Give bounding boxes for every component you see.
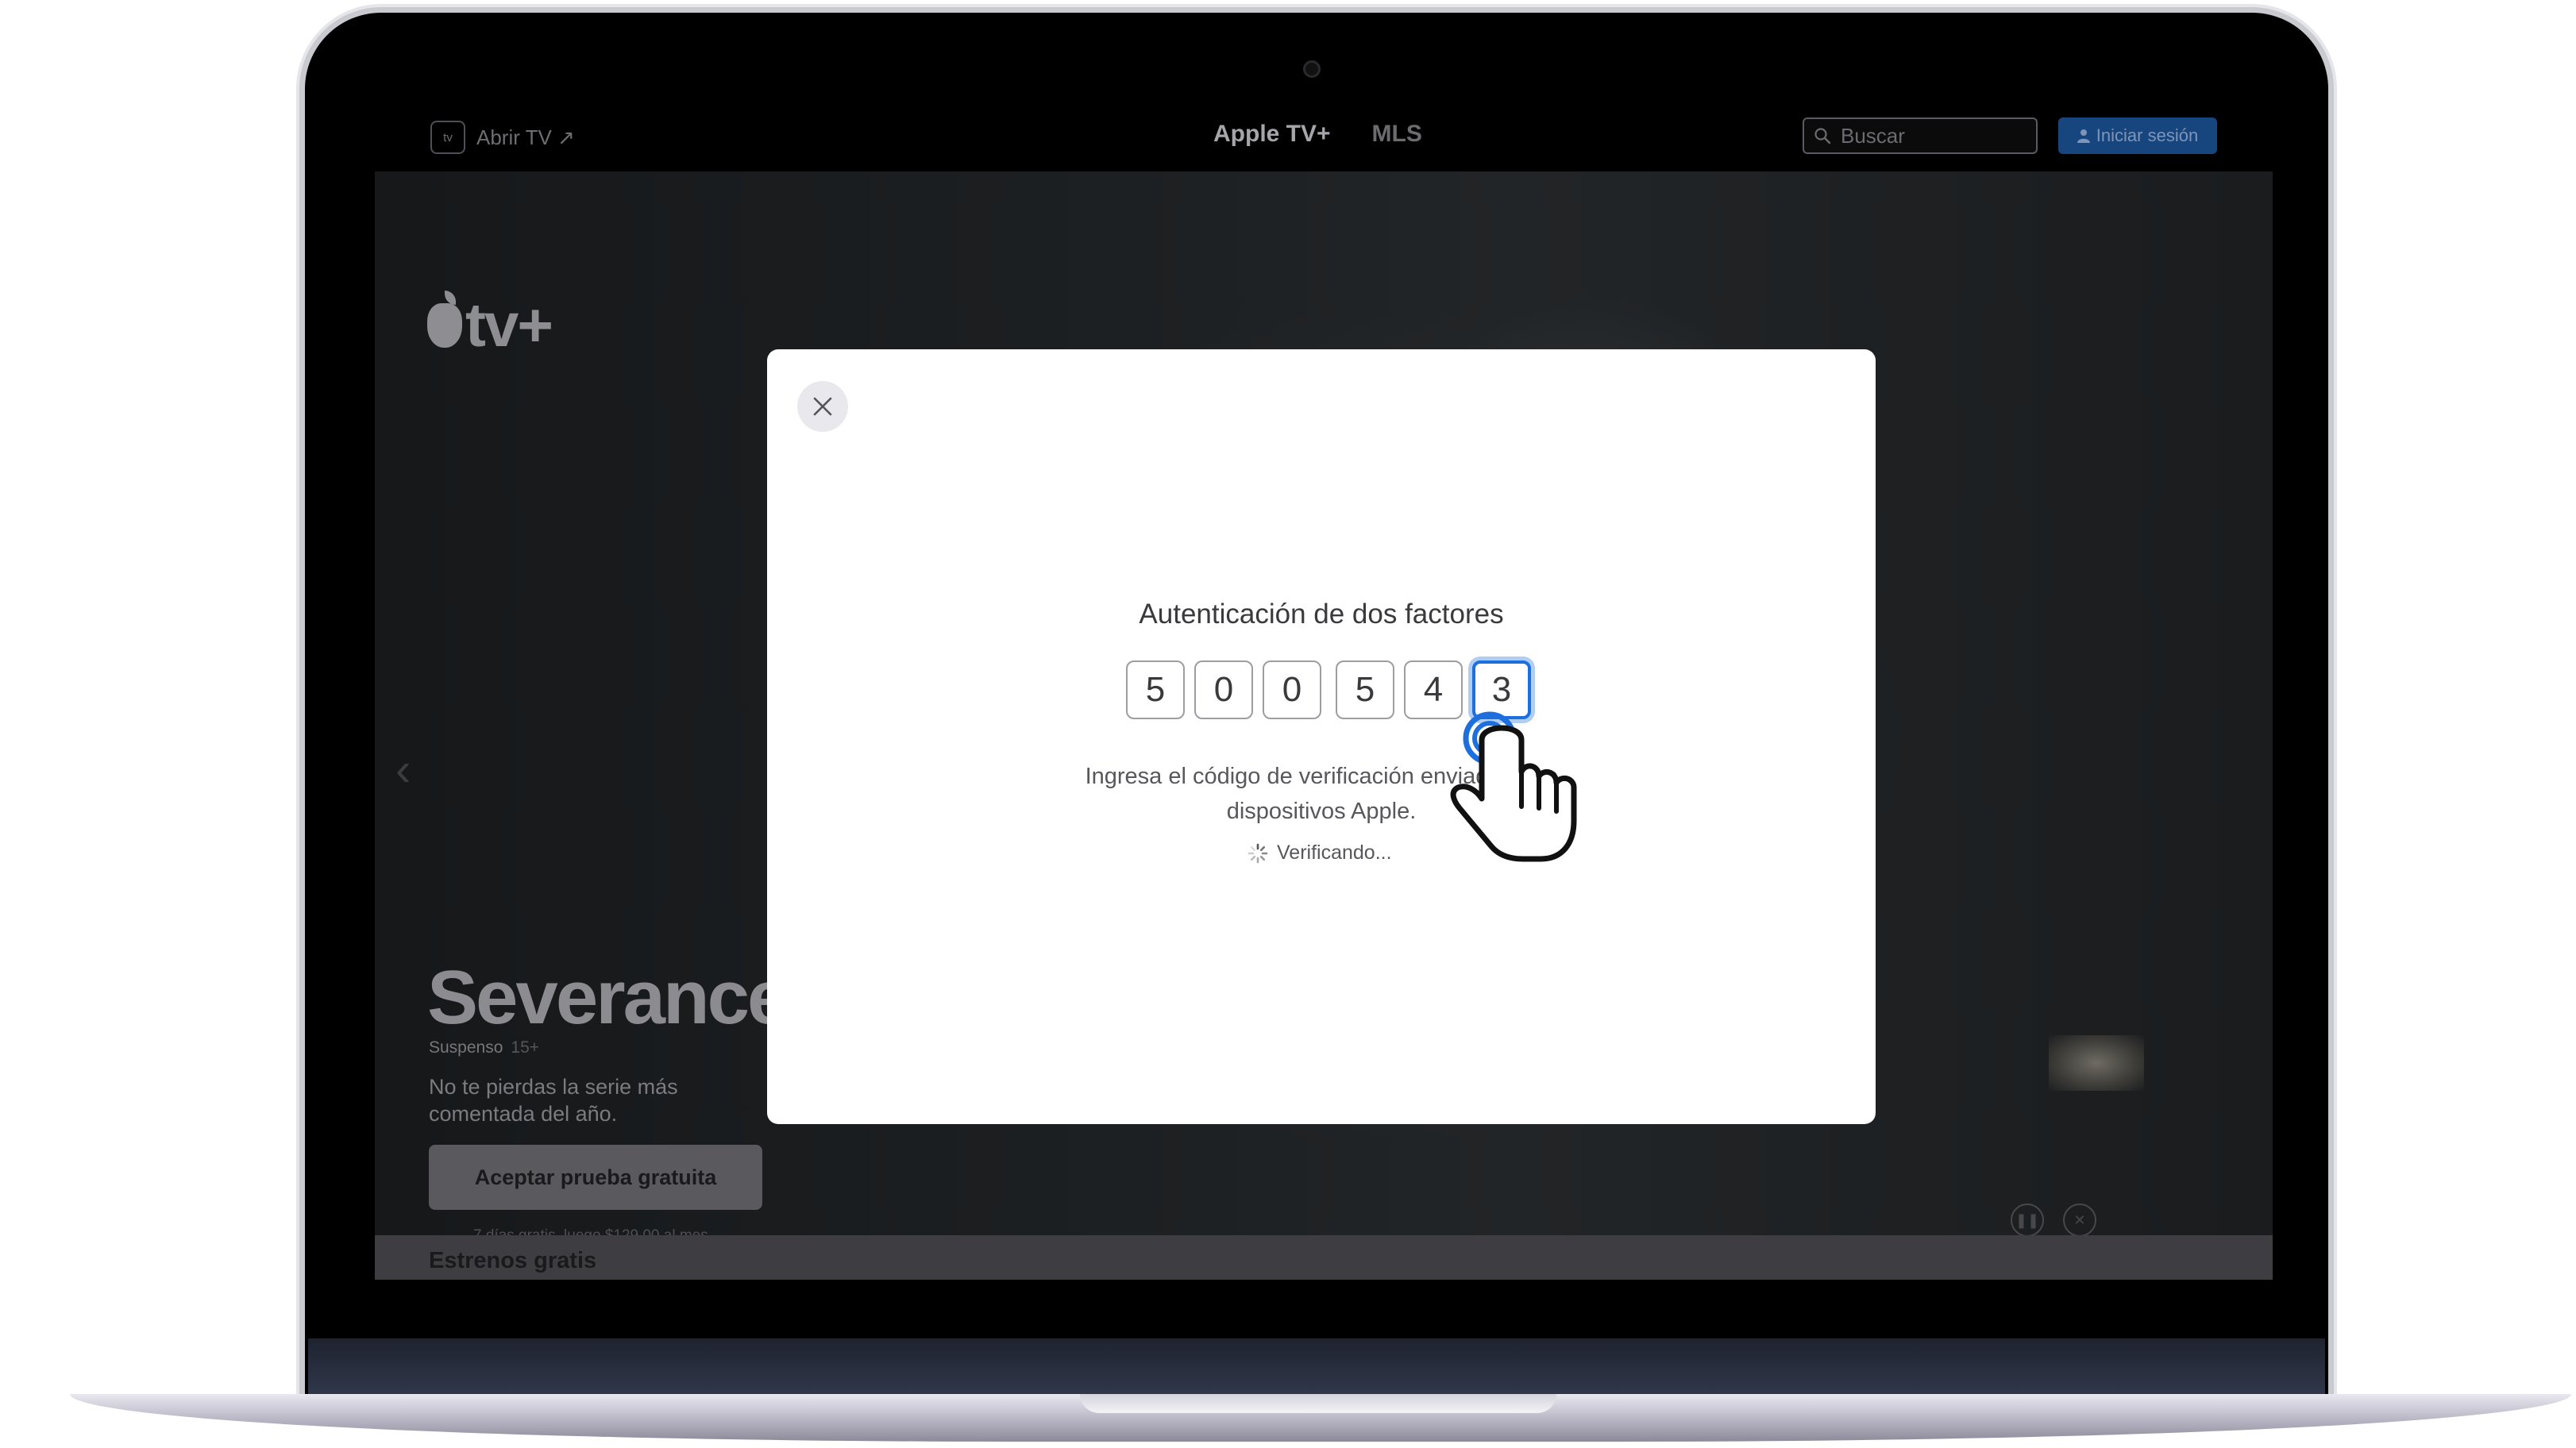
row-title: Estrenos gratis — [429, 1248, 597, 1273]
spinner-icon — [1248, 843, 1268, 863]
nav-link-apple-tv[interactable]: Apple TV+ — [1213, 121, 1331, 148]
close-icon — [813, 397, 832, 416]
pause-icon[interactable]: ❚❚ — [2011, 1203, 2044, 1237]
hand-pointer-icon — [1450, 711, 1577, 862]
code-digit-2[interactable] — [1194, 660, 1253, 719]
search-input[interactable] — [1839, 122, 2025, 149]
top-navigation: tv Abrir TV ↗ Apple TV+ MLS Iniciar sesi… — [375, 105, 2273, 171]
code-digit-4[interactable] — [1336, 660, 1394, 719]
brand-text: tv+ — [465, 290, 553, 360]
close-button[interactable] — [797, 381, 848, 432]
free-trial-button[interactable]: Aceptar prueba gratuita — [429, 1145, 762, 1210]
sign-in-label: Iniciar sesión — [2096, 125, 2199, 145]
age-rating: 15+ — [511, 1038, 540, 1057]
camera-icon — [1303, 60, 1321, 78]
dialog-title: Autenticación de dos factores — [1139, 599, 1504, 630]
apple-tv-plus-logo: tv+ — [427, 289, 553, 361]
two-factor-dialog: Autenticación de dos factores Ingresa el… — [767, 349, 1876, 1124]
screen-bezel — [308, 1338, 2325, 1397]
search-box[interactable] — [1803, 117, 2038, 154]
sign-in-button[interactable]: Iniciar sesión — [2058, 117, 2217, 154]
verification-status: Verificando... — [1247, 841, 1392, 865]
show-description: No te pierdas la serie más comentada del… — [429, 1075, 678, 1126]
open-tv-link[interactable]: tv Abrir TV ↗ — [430, 121, 575, 154]
apple-logo-icon — [427, 290, 462, 348]
mute-icon[interactable]: ✕ — [2063, 1203, 2096, 1237]
laptop-notch — [1080, 1394, 1556, 1413]
tv-app-icon: tv — [430, 121, 465, 154]
open-tv-label: Abrir TV ↗ — [476, 125, 575, 149]
user-icon — [2077, 129, 2090, 143]
code-digit-1[interactable] — [1126, 660, 1185, 719]
show-title: Severance — [427, 955, 789, 1040]
code-digit-3[interactable] — [1263, 660, 1321, 719]
free-releases-row: Estrenos gratis — [375, 1235, 2273, 1280]
genre-label: Suspenso — [429, 1038, 503, 1057]
show-genre: Suspenso 15+ — [429, 1038, 539, 1057]
nav-link-mls[interactable]: MLS — [1372, 121, 1422, 148]
background-lamp — [2049, 1035, 2144, 1091]
status-label: Verificando... — [1277, 841, 1392, 864]
nav-links: Apple TV+ MLS — [1213, 121, 1422, 148]
chevron-left-icon[interactable]: ‹ — [395, 743, 411, 796]
search-icon — [1814, 128, 1831, 144]
